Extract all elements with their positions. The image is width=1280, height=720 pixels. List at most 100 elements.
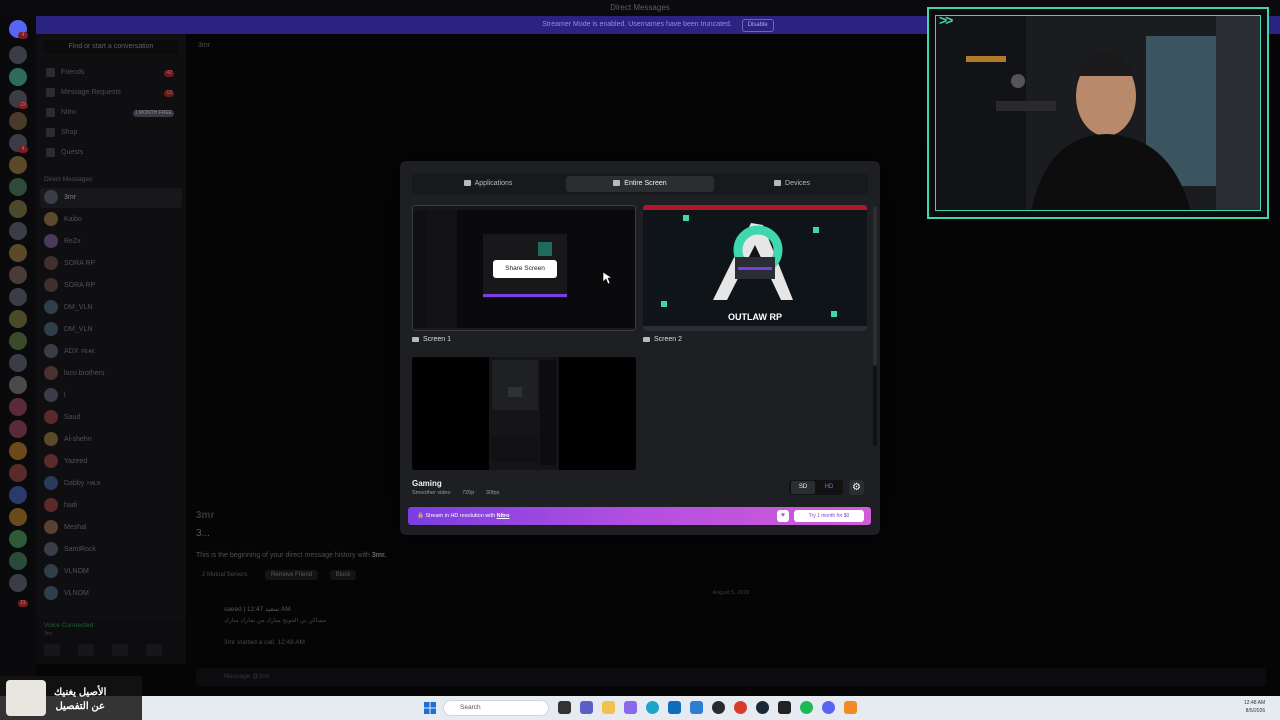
outlook-icon[interactable] bbox=[668, 701, 681, 714]
nav-message-requests[interactable]: Message Requests 13 bbox=[44, 85, 178, 101]
server-icon[interactable] bbox=[9, 288, 27, 306]
taskbar-clock[interactable]: 12:48 AM 8/5/2026 bbox=[1244, 699, 1265, 715]
nav-friends[interactable]: Friends 42 bbox=[44, 65, 178, 81]
server-icon[interactable] bbox=[9, 200, 27, 218]
screen-share-button[interactable] bbox=[78, 644, 94, 656]
share-screen-button[interactable]: Share Screen bbox=[493, 260, 557, 278]
terminal-icon[interactable] bbox=[778, 701, 791, 714]
sd-button[interactable]: SD bbox=[791, 481, 815, 494]
obs-icon[interactable] bbox=[712, 701, 725, 714]
windows-start-icon[interactable] bbox=[424, 702, 436, 714]
server-icon[interactable] bbox=[9, 178, 27, 196]
dm-item[interactable]: VLNOM bbox=[40, 584, 182, 604]
dm-item[interactable]: VLNOM bbox=[40, 562, 182, 582]
discord-icon[interactable] bbox=[822, 701, 835, 714]
server-icon[interactable] bbox=[9, 266, 27, 284]
tab-applications[interactable]: Applications bbox=[414, 176, 562, 192]
steam-icon[interactable] bbox=[756, 701, 769, 714]
screen-3-preview[interactable] bbox=[412, 357, 636, 470]
server-icon[interactable] bbox=[9, 376, 27, 394]
server-icon[interactable] bbox=[9, 310, 27, 328]
dm-item[interactable]: SORA RP bbox=[40, 254, 182, 274]
server-icon[interactable] bbox=[9, 244, 27, 262]
hd-button[interactable]: HD bbox=[817, 481, 841, 494]
nav-label: Friends bbox=[61, 69, 85, 76]
dm-item[interactable]: Yazeed bbox=[40, 452, 182, 472]
modal-scrollbar-thumb[interactable] bbox=[873, 206, 877, 366]
dm-item[interactable]: hadi bbox=[40, 496, 182, 516]
framerate: 30fps bbox=[485, 490, 500, 496]
nitro-link[interactable]: Nitro bbox=[497, 513, 510, 519]
server-icon[interactable] bbox=[9, 464, 27, 482]
file-explorer-icon[interactable] bbox=[602, 701, 615, 714]
server-icon[interactable] bbox=[9, 46, 27, 64]
app-icon[interactable] bbox=[844, 701, 857, 714]
heart-icon[interactable]: ♥ bbox=[777, 510, 789, 522]
dm-item[interactable]: loco brothers bbox=[40, 364, 182, 384]
conversation-search[interactable]: Find or start a conversation bbox=[44, 40, 178, 54]
server-icon[interactable] bbox=[9, 574, 27, 592]
soundboard-button[interactable] bbox=[146, 644, 162, 656]
spotify-icon[interactable] bbox=[800, 701, 813, 714]
server-icon[interactable] bbox=[9, 530, 27, 548]
dm-item[interactable]: DM_VLN bbox=[40, 298, 182, 318]
photos-icon[interactable] bbox=[624, 701, 637, 714]
dm-item[interactable]: Saud bbox=[40, 408, 182, 428]
screen-1-preview[interactable]: Share Screen bbox=[412, 205, 636, 331]
avatar bbox=[44, 388, 58, 403]
server-icon[interactable] bbox=[9, 420, 27, 438]
server-icon[interactable] bbox=[9, 398, 27, 416]
dm-name: ReZx bbox=[64, 238, 81, 245]
dm-tag: HALB bbox=[87, 481, 101, 487]
avatar bbox=[44, 344, 58, 359]
activities-button[interactable] bbox=[112, 644, 128, 656]
edge-icon[interactable] bbox=[646, 701, 659, 714]
chrome-icon[interactable] bbox=[734, 701, 747, 714]
teams-icon[interactable] bbox=[580, 701, 593, 714]
dm-item[interactable]: SORA RP bbox=[40, 276, 182, 296]
server-icon[interactable] bbox=[9, 552, 27, 570]
nav-nitro[interactable]: Nitro 1 MONTH FREE bbox=[44, 105, 178, 121]
server-icon[interactable] bbox=[9, 508, 27, 526]
server-icon[interactable] bbox=[9, 222, 27, 240]
streamer-mode-text: Streamer Mode is enabled. Usernames have… bbox=[542, 21, 732, 28]
server-icon[interactable] bbox=[9, 442, 27, 460]
dm-item[interactable]: SamiRock bbox=[40, 540, 182, 560]
dm-item[interactable]: DM_VLN bbox=[40, 320, 182, 340]
remove-friend-button[interactable]: Remove Friend bbox=[265, 570, 319, 580]
dm-beginning-text: This is the beginning of your direct mes… bbox=[196, 552, 386, 559]
task-view-icon[interactable] bbox=[558, 701, 571, 714]
message-input[interactable]: Message @3mr bbox=[196, 668, 1266, 686]
screen-2-preview[interactable]: OUTLAW RP bbox=[643, 205, 867, 331]
store-icon[interactable] bbox=[690, 701, 703, 714]
server-icon[interactable] bbox=[9, 354, 27, 372]
dm-item[interactable]: Meshal bbox=[40, 518, 182, 538]
mutual-servers[interactable]: 2 Mutual Servers bbox=[196, 570, 253, 580]
nav-quests[interactable]: Quests bbox=[44, 145, 178, 161]
dm-item[interactable]: l bbox=[40, 386, 182, 406]
server-icon[interactable] bbox=[9, 486, 27, 504]
tab-entire-screen[interactable]: Entire Screen bbox=[566, 176, 714, 192]
gear-icon[interactable]: ⚙ bbox=[849, 480, 864, 495]
dm-name: SamiRock bbox=[64, 546, 96, 553]
dm-item[interactable]: Kaibo bbox=[40, 210, 182, 230]
server-icon[interactable] bbox=[9, 68, 27, 86]
nitro-trial-button[interactable]: Try 1 month for $0 bbox=[794, 510, 864, 522]
block-button[interactable]: Block bbox=[329, 570, 357, 580]
server-icon[interactable] bbox=[9, 332, 27, 350]
dm-item[interactable]: 3mr bbox=[40, 188, 182, 208]
server-icon[interactable] bbox=[9, 156, 27, 174]
dm-item[interactable]: ReZx bbox=[40, 232, 182, 252]
server-icon[interactable] bbox=[9, 112, 27, 130]
dm-item[interactable]: ADX PEAK bbox=[40, 342, 182, 362]
camera-button[interactable] bbox=[44, 644, 60, 656]
source-tabs: Applications Entire Screen Devices bbox=[412, 174, 868, 194]
dm-item[interactable]: Dabby HALB bbox=[40, 474, 182, 494]
disable-streamer-button[interactable]: Disable bbox=[741, 19, 774, 32]
webcam-feed bbox=[935, 15, 1261, 211]
avatar bbox=[44, 278, 58, 293]
tab-devices[interactable]: Devices bbox=[718, 176, 866, 192]
dm-item[interactable]: Al-shehri bbox=[40, 430, 182, 450]
nav-shop[interactable]: Shop bbox=[44, 125, 178, 141]
taskbar-search[interactable]: Search bbox=[443, 700, 549, 716]
